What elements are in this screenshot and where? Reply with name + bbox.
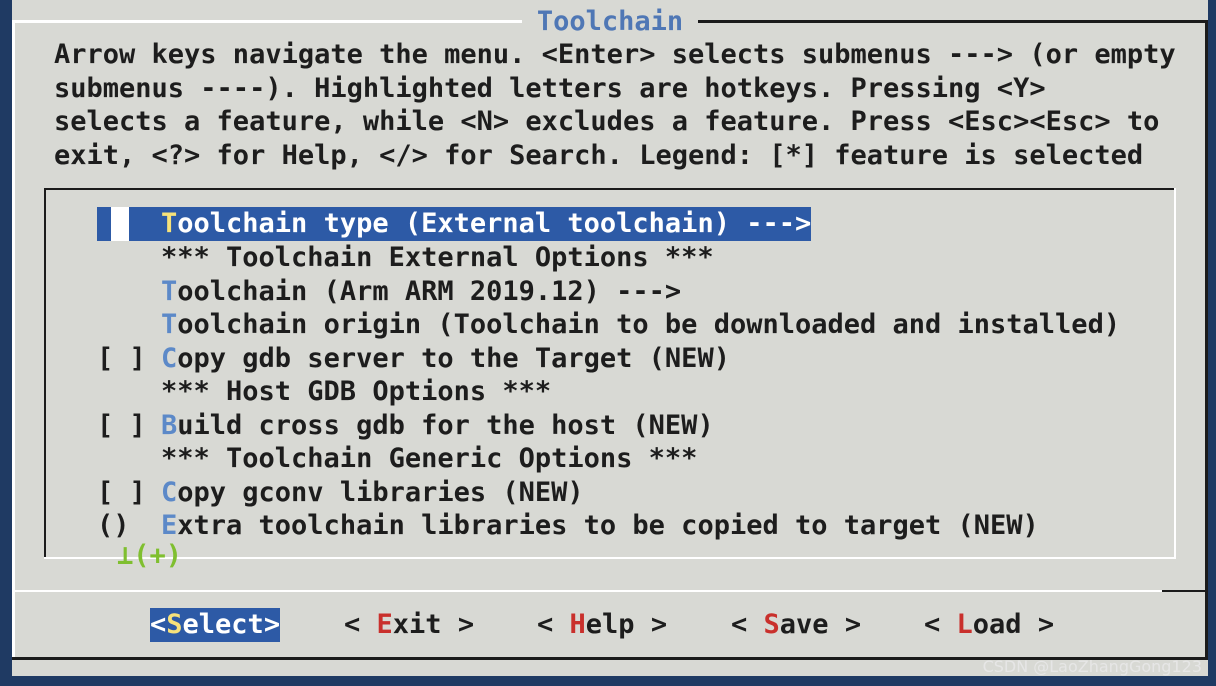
menu-item-extra-libraries[interactable]: () Extra toolchain libraries to be copied… (97, 509, 1039, 543)
dialog-border-left (12, 20, 15, 660)
help-line: selects a feature, while <N> excludes a … (54, 106, 1160, 138)
button-label: ave (779, 609, 829, 640)
button-suffix: > (441, 609, 475, 640)
menu-item-hotkey: E (161, 510, 178, 541)
help-line: exit, <?> for Help, </> for Search. Lege… (54, 139, 1144, 171)
checkbox-mark[interactable]: [ ] (97, 409, 161, 443)
dialog-border-right (1205, 20, 1208, 660)
button-divider-light (12, 590, 1208, 592)
menu-item-label: opy gconv libraries (NEW) (177, 477, 584, 508)
menu-border-bottom (44, 557, 1176, 559)
menu-item-hotkey: B (161, 410, 178, 441)
button-hotkey: H (569, 609, 586, 640)
button-suffix: > (828, 609, 862, 640)
menu-item-copy-gdb-server[interactable]: [ ] Copy gdb server to the Target (NEW) (97, 342, 730, 376)
button-prefix: < (344, 609, 377, 640)
menu-item-hotkey: T (161, 309, 178, 340)
button-hotkey: S (763, 609, 780, 640)
menu-item-hotkey: C (161, 477, 178, 508)
menu-border-top (44, 188, 1176, 190)
button-hotkey: L (956, 609, 973, 640)
menu-item-toolchain[interactable]: Toolchain (Arm ARM 2019.12) ---> (97, 275, 681, 309)
menu-item-label: xtra toolchain libraries to be copied to… (177, 510, 1039, 541)
watermark: CSDN @LaoZhangGong123 (982, 657, 1202, 676)
exit-button[interactable]: < Exit > (344, 608, 474, 642)
button-prefix: < (924, 609, 957, 640)
button-suffix: > (263, 609, 281, 640)
menu-item-label: uild cross gdb for the host (NEW) (177, 410, 714, 441)
menu-comment-host-gdb-options: *** Host GDB Options *** (97, 375, 551, 409)
button-prefix: < (537, 609, 570, 640)
menu-item-toolchain-type[interactable]: Toolchain type (External toolchain) ---> (97, 207, 812, 241)
button-label: elect (182, 609, 264, 640)
menu-item-label: oolchain origin (Toolchain to be downloa… (177, 309, 1121, 340)
button-prefix: < (150, 609, 167, 640)
dialog-title: Toolchain (522, 4, 698, 40)
button-divider-dark (1162, 590, 1208, 592)
menu-comment-external-options: *** Toolchain External Options *** (97, 241, 714, 275)
checkbox-mark[interactable]: [ ] (97, 342, 161, 376)
menu-item-label: *** Toolchain External Options *** (161, 242, 714, 273)
menu-comment-generic-options: *** Toolchain Generic Options *** (97, 442, 697, 476)
menu-item-label: oolchain type (External toolchain) ---> (177, 208, 812, 239)
button-label: elp (585, 609, 635, 640)
menu-item-label: opy gdb server to the Target (NEW) (177, 343, 730, 374)
help-text: Arrow keys navigate the menu. <Enter> se… (54, 38, 1176, 172)
button-suffix: > (634, 609, 668, 640)
button-hotkey: S (166, 609, 183, 640)
help-line: submenus ----). Highlighted letters are … (54, 72, 1046, 104)
button-bar: <Select> < Exit > < Help > < Save > < Lo… (12, 600, 1208, 648)
dialog-border-top-left (12, 20, 522, 23)
more-items-indicator[interactable]: ⊥(+) (117, 538, 182, 574)
menu-item-hotkey: T (161, 276, 178, 307)
button-label: oad (972, 609, 1022, 640)
menu-item-label: *** Toolchain Generic Options *** (161, 443, 698, 474)
load-button[interactable]: < Load > (924, 608, 1054, 642)
menu-item-toolchain-origin[interactable]: Toolchain origin (Toolchain to be downlo… (97, 308, 1120, 342)
menu-item-build-cross-gdb[interactable]: [ ] Build cross gdb for the host (NEW) (97, 409, 714, 443)
menuconfig-dialog: Toolchain Arrow keys navigate the menu. … (12, 0, 1208, 676)
menu-item-label: oolchain (Arm ARM 2019.12) ---> (177, 276, 682, 307)
menu-item-copy-gconv[interactable]: [ ] Copy gconv libraries (NEW) (97, 476, 584, 510)
checkbox-mark[interactable]: [ ] (97, 476, 161, 510)
menu-item-hotkey: T (161, 208, 178, 239)
button-label: xit (392, 609, 442, 640)
menu-border-left (44, 188, 46, 559)
button-prefix: < (731, 609, 764, 640)
help-line: Arrow keys navigate the menu. <Enter> se… (54, 39, 1176, 70)
menu-item-label: *** Host GDB Options *** (161, 376, 552, 407)
save-button[interactable]: < Save > (731, 608, 861, 642)
dialog-border-top-right (698, 20, 1208, 23)
help-button[interactable]: < Help > (537, 608, 667, 642)
button-suffix: > (1021, 609, 1055, 640)
menu-border-right (1174, 188, 1176, 559)
select-button[interactable]: <Select> (150, 608, 281, 642)
button-hotkey: E (376, 609, 393, 640)
selection-cursor (111, 207, 129, 241)
menu-item-hotkey: C (161, 343, 178, 374)
